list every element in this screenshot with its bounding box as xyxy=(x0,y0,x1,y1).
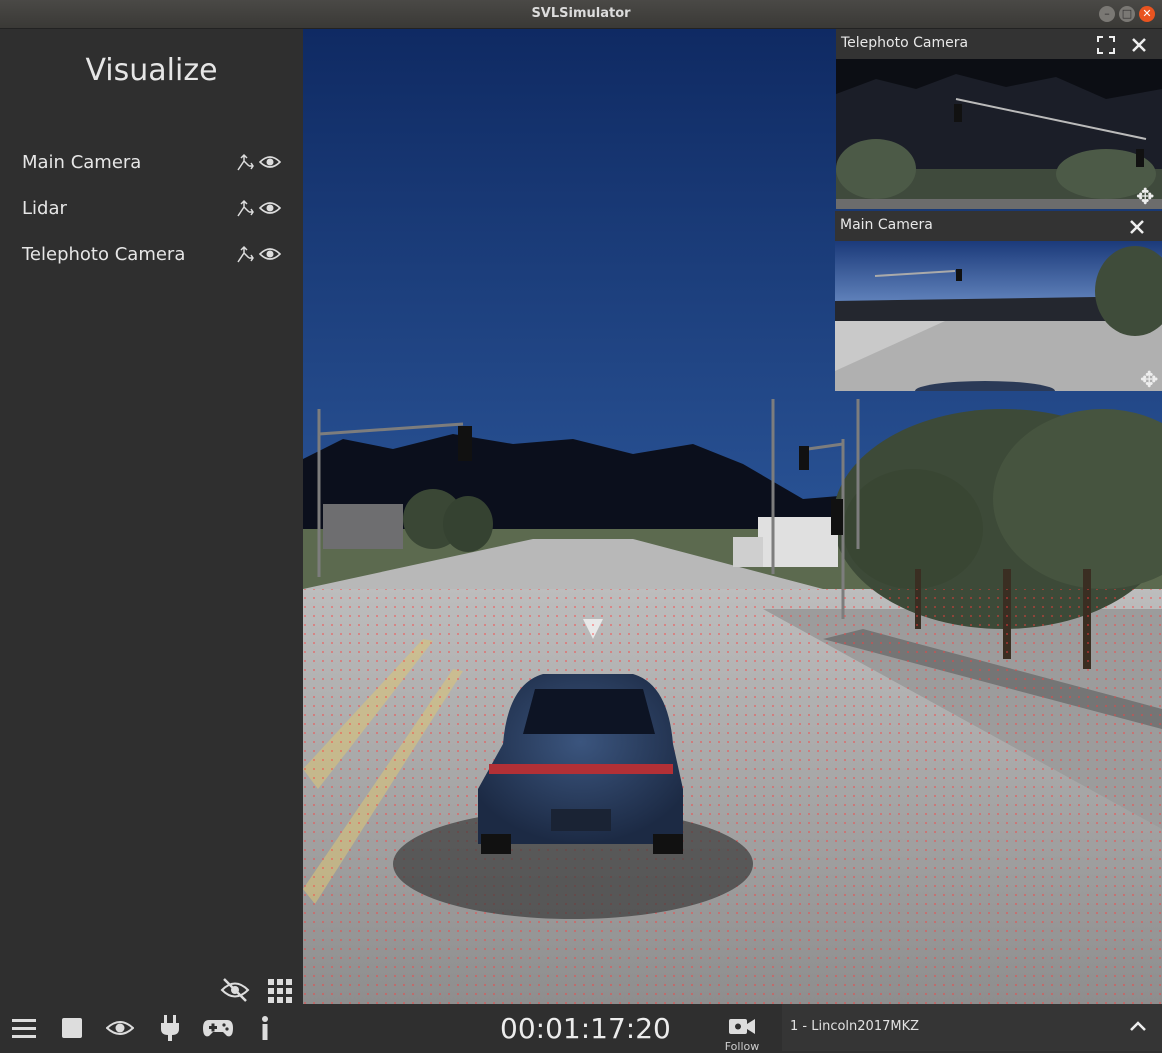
menu-icon[interactable] xyxy=(12,1018,36,1038)
main-camera-feed: ✥ xyxy=(835,241,1162,391)
visualizer-item-label: Main Camera xyxy=(22,152,142,173)
sensor-window-header[interactable]: Main Camera xyxy=(835,211,1162,241)
visualizer-item-label: Lidar xyxy=(22,198,67,219)
sensor-window-title: Main Camera xyxy=(840,217,933,233)
eye-icon[interactable] xyxy=(259,246,281,262)
dock-toggle-icon[interactable] xyxy=(234,198,256,220)
sensor-window-header[interactable]: Telephoto Camera xyxy=(836,29,1162,59)
info-icon[interactable] xyxy=(260,1016,270,1040)
window-title: SVLSimulator xyxy=(531,6,631,21)
close-icon[interactable] xyxy=(1131,37,1147,53)
eye-icon[interactable] xyxy=(106,1019,134,1037)
agent-selector-value: 1 - Lincoln2017MKZ xyxy=(790,1019,920,1034)
follow-label: Follow xyxy=(724,1040,760,1053)
visualizer-item-telephoto-camera[interactable]: Telephoto Camera xyxy=(0,238,303,272)
move-icon: ✥ xyxy=(1136,185,1154,209)
stop-icon[interactable] xyxy=(61,1017,83,1039)
sensor-window-telephoto-camera[interactable]: Telephoto Camera ✥ xyxy=(836,29,1162,209)
hide-all-icon[interactable] xyxy=(220,977,250,1003)
visualizer-item-lidar[interactable]: Lidar xyxy=(0,192,303,226)
agent-selector[interactable]: 1 - Lincoln2017MKZ xyxy=(782,1004,1162,1051)
dock-toggle-icon[interactable] xyxy=(234,152,256,174)
panel-title: Visualize xyxy=(85,53,218,88)
close-icon[interactable] xyxy=(1129,219,1145,235)
fullscreen-icon[interactable] xyxy=(1097,36,1115,54)
simulation-timer: 00:01:17:20 xyxy=(500,1012,671,1045)
video-camera-icon xyxy=(729,1019,755,1034)
grid-layout-icon[interactable] xyxy=(268,979,292,1003)
bottom-toolbar: 00:01:17:20 Follow 1 - Lincoln2017MKZ xyxy=(0,1004,1162,1053)
visualizer-item-main-camera[interactable]: Main Camera xyxy=(0,146,303,180)
close-window-button[interactable]: ✕ xyxy=(1139,6,1155,22)
minimize-button[interactable]: – xyxy=(1099,6,1115,22)
visualize-panel: Visualize Main Camera Lidar Telephoto Ca… xyxy=(0,29,303,1004)
visualizer-item-label: Telephoto Camera xyxy=(22,244,186,265)
sensor-window-main-camera[interactable]: Main Camera ✥ xyxy=(835,211,1162,391)
gamepad-icon[interactable] xyxy=(203,1018,233,1038)
dock-toggle-icon[interactable] xyxy=(234,244,256,266)
plug-icon[interactable] xyxy=(160,1015,180,1041)
move-icon: ✥ xyxy=(1140,368,1158,391)
window-titlebar: SVLSimulator – □ ✕ xyxy=(0,0,1162,29)
sensor-window-title: Telephoto Camera xyxy=(841,35,969,51)
eye-icon[interactable] xyxy=(259,154,281,170)
chevron-up-icon[interactable] xyxy=(1130,1020,1146,1032)
telephoto-camera-feed: ✥ xyxy=(836,59,1162,209)
follow-camera-button[interactable]: Follow xyxy=(722,1016,762,1053)
simulation-viewport[interactable]: Telephoto Camera ✥ Main Camera ✥ xyxy=(303,29,1162,1004)
maximize-button[interactable]: □ xyxy=(1119,6,1135,22)
eye-icon[interactable] xyxy=(259,200,281,216)
